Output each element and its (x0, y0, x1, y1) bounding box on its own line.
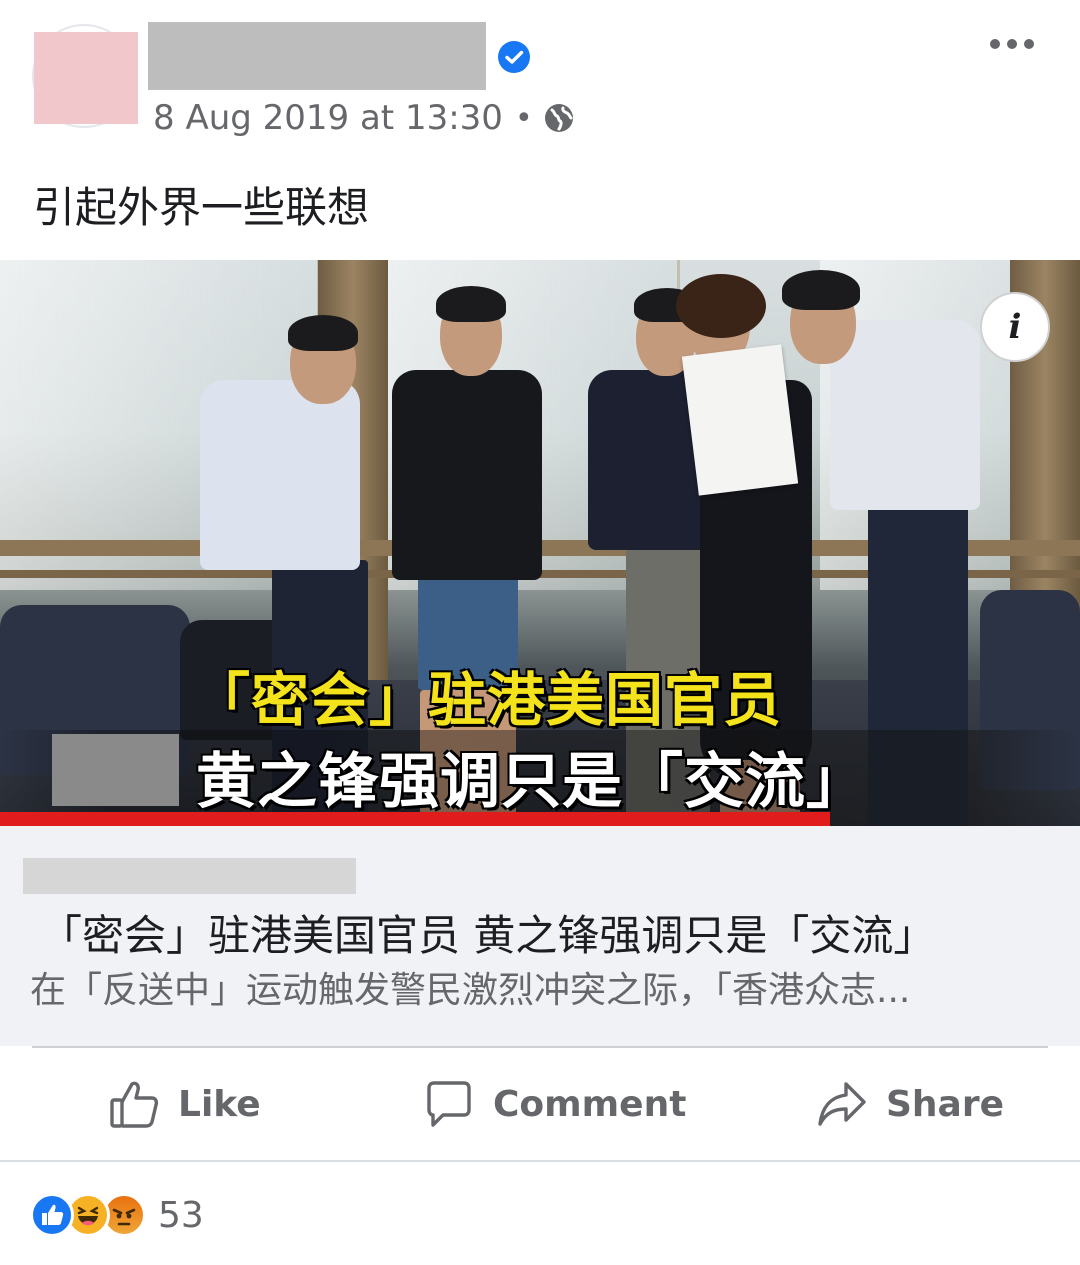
like-reaction-icon (30, 1193, 74, 1237)
divider (0, 1160, 1080, 1162)
share-label: Share (886, 1083, 1005, 1125)
link-preview[interactable]: 「密会」驻港美国官员 黄之锋强调只是「交流」 在「反送中」运动触发警民激烈冲突之… (0, 826, 1080, 1046)
more-dot (1024, 39, 1034, 49)
divider (32, 1046, 1048, 1048)
post-text: 引起外界一些联想 (33, 183, 370, 232)
globe-icon[interactable] (543, 102, 575, 134)
author-name-redaction[interactable] (148, 22, 486, 90)
link-domain-redaction (23, 858, 356, 894)
like-label: Like (178, 1083, 261, 1125)
more-dot (990, 39, 1000, 49)
more-dot (1007, 39, 1017, 49)
reactions-summary[interactable]: 53 (30, 1192, 204, 1238)
link-description: 在「反送中」运动触发警民激烈冲突之际，「香港众志... (30, 970, 911, 1011)
comment-label: Comment (493, 1083, 687, 1125)
info-label: i (1008, 307, 1022, 347)
avatar[interactable] (32, 24, 138, 128)
comment-button[interactable]: Comment (423, 1072, 686, 1136)
share-icon (818, 1082, 866, 1126)
share-button[interactable]: Share (816, 1072, 1004, 1136)
link-title: 「密会」驻港美国官员 黄之锋强调只是「交流」 (40, 911, 936, 960)
more-options-icon[interactable] (986, 26, 1038, 62)
like-button[interactable]: Like (108, 1072, 261, 1136)
reaction-count: 53 (158, 1194, 204, 1236)
caption-redaction (52, 734, 179, 806)
image-caption-line1: 「密会」驻港美国官员 (192, 666, 783, 734)
comment-icon (427, 1081, 471, 1127)
thumbs-up-icon (110, 1081, 159, 1128)
post-meta: 8 Aug 2019 at 13:30 • (153, 96, 575, 140)
post-timestamp[interactable]: 8 Aug 2019 at 13:30 (153, 98, 503, 138)
verified-badge-icon (498, 41, 530, 73)
image-caption-line2: 黄之锋强调只是「交流」 (196, 746, 867, 817)
info-icon[interactable]: i (980, 292, 1050, 362)
meta-separator: • (514, 100, 533, 136)
avatar-redaction (34, 32, 138, 124)
